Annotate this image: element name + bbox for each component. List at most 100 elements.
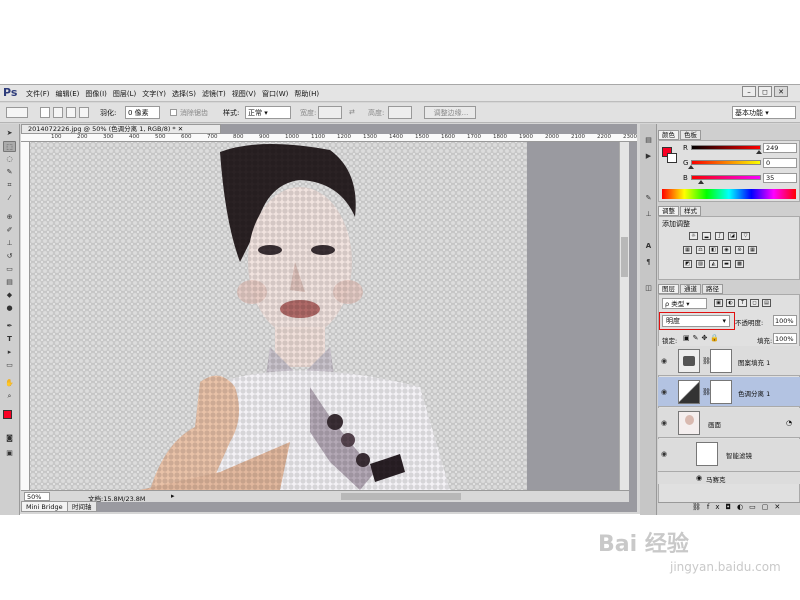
menu-file[interactable]: 文件(F): [26, 89, 50, 99]
eyedropper-tool-icon[interactable]: ⁄: [3, 193, 16, 204]
r-slider-thumb[interactable]: [756, 150, 763, 154]
gradient-map-adjust-icon[interactable]: ▬: [722, 260, 731, 268]
filter-pixel-icon[interactable]: ▣: [714, 299, 723, 307]
workspace-select[interactable]: 基本功能 ▾: [732, 106, 796, 119]
brightness-adjust-icon[interactable]: ☼: [689, 232, 698, 240]
dodge-tool-icon[interactable]: ●: [3, 303, 16, 314]
path-select-tool-icon[interactable]: ▸: [3, 347, 16, 358]
character-panel-icon[interactable]: A: [643, 242, 654, 252]
filter-shape-icon[interactable]: ◻: [750, 299, 759, 307]
menu-image[interactable]: 图像(I): [85, 89, 107, 99]
invert-adjust-icon[interactable]: ◩: [683, 260, 692, 268]
color-balance-adjust-icon[interactable]: ⚖: [696, 246, 705, 254]
brush-panel-icon[interactable]: ✎: [643, 194, 654, 204]
posterize-adjust-icon[interactable]: ▨: [696, 260, 705, 268]
type-tool-icon[interactable]: T: [3, 334, 16, 345]
visibility-eye-icon[interactable]: ◉: [661, 357, 667, 365]
visibility-eye-icon[interactable]: ◉: [661, 450, 667, 458]
delete-layer-icon[interactable]: ✕: [774, 503, 786, 511]
gradient-tool-icon[interactable]: ▤: [3, 277, 16, 288]
status-arrow-icon[interactable]: ▸: [171, 492, 175, 500]
subtract-selection-icon[interactable]: [66, 107, 76, 118]
visibility-eye-icon[interactable]: ◉: [696, 474, 702, 482]
feather-field[interactable]: 0 像素: [125, 106, 160, 119]
color-background-swatch[interactable]: [667, 153, 677, 163]
healing-brush-tool-icon[interactable]: ⊕: [3, 212, 16, 223]
quick-mask-icon[interactable]: ◙: [3, 433, 16, 444]
tab-mini-bridge[interactable]: Mini Bridge: [21, 501, 68, 512]
image-canvas[interactable]: [30, 142, 527, 490]
tab-close-icon[interactable]: ✕: [178, 125, 183, 133]
menu-edit[interactable]: 编辑(E): [56, 89, 80, 99]
filter-smart-icon[interactable]: ▤: [762, 299, 771, 307]
vertical-ruler[interactable]: [21, 142, 30, 490]
brush-tool-icon[interactable]: ✐: [3, 225, 16, 236]
r-slider[interactable]: [691, 145, 761, 150]
filter-row[interactable]: ◉ 马赛克: [658, 472, 800, 484]
g-value-field[interactable]: 0: [763, 158, 797, 168]
add-selection-icon[interactable]: [53, 107, 63, 118]
menu-select[interactable]: 选择(S): [172, 89, 196, 99]
restore-button[interactable]: ◻: [758, 86, 772, 97]
history-panel-icon[interactable]: ▤: [643, 136, 654, 146]
properties-panel-icon[interactable]: ◫: [643, 284, 654, 294]
menu-window[interactable]: 窗口(W): [262, 89, 288, 99]
quick-select-tool-icon[interactable]: ✎: [3, 167, 16, 178]
layer-row[interactable]: ◉ 画面 ◔: [658, 408, 800, 438]
tab-adjustments[interactable]: 调整: [658, 206, 679, 216]
r-value-field[interactable]: 249: [763, 143, 797, 153]
b-slider-thumb[interactable]: [697, 180, 704, 184]
menu-help[interactable]: 帮助(H): [294, 89, 319, 99]
tab-layers[interactable]: 图层: [658, 284, 679, 294]
layer-filter-select[interactable]: ρ 类型 ▾: [662, 298, 707, 309]
threshold-adjust-icon[interactable]: ◭: [709, 260, 718, 268]
screen-mode-icon[interactable]: ▣: [3, 448, 16, 459]
tab-timeline[interactable]: 时间轴: [67, 501, 97, 512]
tab-styles[interactable]: 样式: [680, 206, 701, 216]
g-slider-thumb[interactable]: [688, 165, 694, 169]
lock-icons[interactable]: ▣✎✥🔒: [683, 334, 722, 342]
curves-adjust-icon[interactable]: ∫: [715, 232, 724, 240]
g-slider[interactable]: [691, 160, 761, 165]
horizontal-ruler[interactable]: 100 200 300 400 500 600 700 800 900 1000 1100 1200 1…: [21, 134, 637, 142]
exposure-adjust-icon[interactable]: ◪: [728, 232, 737, 240]
height-field[interactable]: [388, 106, 412, 119]
move-tool-icon[interactable]: ➤: [3, 128, 16, 139]
filter-type-icon[interactable]: T: [738, 299, 747, 307]
color-spectrum-bar[interactable]: [662, 189, 796, 199]
fill-field[interactable]: 100%: [773, 333, 797, 344]
layer-name[interactable]: 画面: [708, 419, 721, 429]
refine-edge-button[interactable]: 调整边缘...: [424, 106, 476, 119]
channel-mixer-adjust-icon[interactable]: ⊛: [735, 246, 744, 254]
paragraph-panel-icon[interactable]: ¶: [643, 258, 654, 268]
visibility-eye-icon[interactable]: ◉: [661, 388, 667, 396]
marquee-tool-preset[interactable]: [6, 107, 28, 118]
layer-name[interactable]: 色调分离 1: [738, 388, 770, 398]
add-mask-icon[interactable]: ◘: [726, 503, 738, 511]
swap-icon[interactable]: ⇄: [349, 108, 355, 116]
tab-swatches[interactable]: 色板: [680, 130, 701, 140]
opacity-field[interactable]: 100%: [773, 315, 797, 326]
layer-row-selected[interactable]: ◉ ⛓ 色调分离 1: [658, 377, 800, 407]
lasso-tool-icon[interactable]: ◌: [3, 154, 16, 165]
tab-channels[interactable]: 通道: [680, 284, 701, 294]
clone-panel-icon[interactable]: ⊥: [643, 210, 654, 220]
hand-tool-icon[interactable]: ✋: [3, 378, 16, 389]
antialias-checkbox[interactable]: [170, 109, 177, 116]
clone-stamp-tool-icon[interactable]: ⊥: [3, 238, 16, 249]
eraser-tool-icon[interactable]: ▭: [3, 264, 16, 275]
tab-paths[interactable]: 路径: [702, 284, 723, 294]
minimize-button[interactable]: –: [742, 86, 756, 97]
levels-adjust-icon[interactable]: ▂: [702, 232, 711, 240]
shape-tool-icon[interactable]: ▭: [3, 360, 16, 371]
actions-panel-icon[interactable]: ▶: [643, 152, 654, 162]
pen-tool-icon[interactable]: ✒: [3, 321, 16, 332]
smart-filter-badge-icon[interactable]: ◔: [786, 419, 792, 427]
layer-row[interactable]: ◉ ⛓ 图案填充 1: [658, 346, 800, 376]
menu-filter[interactable]: 滤镜(T): [202, 89, 226, 99]
hue-adjust-icon[interactable]: ▦: [683, 246, 692, 254]
visibility-eye-icon[interactable]: ◉: [661, 419, 667, 427]
filter-adjust-icon[interactable]: ◐: [726, 299, 735, 307]
new-layer-icon[interactable]: ▢: [762, 503, 775, 511]
crop-tool-icon[interactable]: ⌗: [3, 180, 16, 191]
